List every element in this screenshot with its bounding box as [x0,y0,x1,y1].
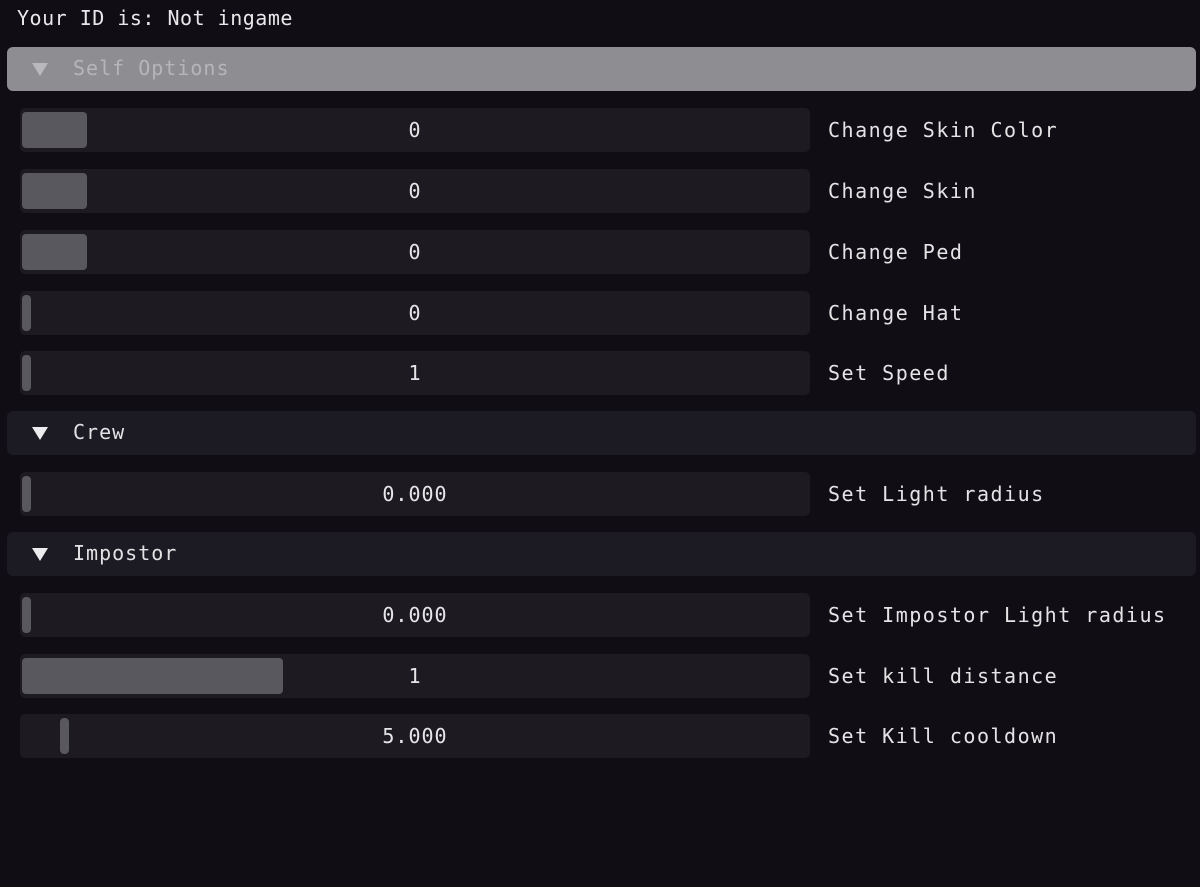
crew-title: Crew [73,420,126,444]
slider-value: 1 [408,664,422,688]
slider-value: 1 [408,361,422,385]
collapse-arrow-icon [32,63,48,76]
skin-color-slider-row: 0 Change Skin Color [20,108,1200,152]
slider-value: 0 [408,240,422,264]
speed-slider[interactable]: 1 [20,351,810,395]
slider-value: 0 [408,301,422,325]
skin-slider[interactable]: 0 [20,169,810,213]
kill-cooldown-slider-row: 5.000 Set Kill cooldown [20,714,1200,758]
impostor-light-radius-slider-row: 0.000 Set Impostor Light radius [20,593,1200,637]
hat-slider-row: 0 Change Hat [20,291,1200,335]
self-options-header[interactable]: Self Options [7,47,1196,91]
slider-label: Change Ped [828,240,964,264]
slider-label: Change Skin Color [828,118,1059,142]
light-radius-slider-row: 0.000 Set Light radius [20,472,1200,516]
impostor-header[interactable]: Impostor [7,532,1196,576]
crew-header[interactable]: Crew [7,411,1196,455]
slider-value: 0 [408,118,422,142]
slider-value: 0.000 [382,603,448,627]
slider-label: Change Hat [828,301,964,325]
skin-slider-row: 0 Change Skin [20,169,1200,213]
collapse-arrow-icon [32,427,48,440]
player-id-text: Your ID is: Not ingame [17,6,293,30]
menu-window: Your ID is: Not ingame Self Options 0 Ch… [0,0,1200,887]
slider-value: 5.000 [382,724,448,748]
impostor-title: Impostor [73,541,178,565]
impostor-light-radius-slider[interactable]: 0.000 [20,593,810,637]
collapse-arrow-icon [32,548,48,561]
kill-cooldown-slider[interactable]: 5.000 [20,714,810,758]
slider-label: Set kill distance [828,664,1059,688]
self-options-title: Self Options [73,56,230,80]
skin-color-slider[interactable]: 0 [20,108,810,152]
hat-slider[interactable]: 0 [20,291,810,335]
slider-label: Set Light radius [828,482,1045,506]
ped-slider[interactable]: 0 [20,230,810,274]
speed-slider-row: 1 Set Speed [20,351,1200,395]
slider-value: 0 [408,179,422,203]
slider-label: Set Impostor Light radius [828,603,1167,627]
light-radius-slider[interactable]: 0.000 [20,472,810,516]
kill-distance-slider[interactable]: 1 [20,654,810,698]
slider-label: Set Kill cooldown [828,724,1059,748]
slider-label: Set Speed [828,361,950,385]
slider-label: Change Skin [828,179,977,203]
kill-distance-slider-row: 1 Set kill distance [20,654,1200,698]
ped-slider-row: 0 Change Ped [20,230,1200,274]
slider-value: 0.000 [382,482,448,506]
